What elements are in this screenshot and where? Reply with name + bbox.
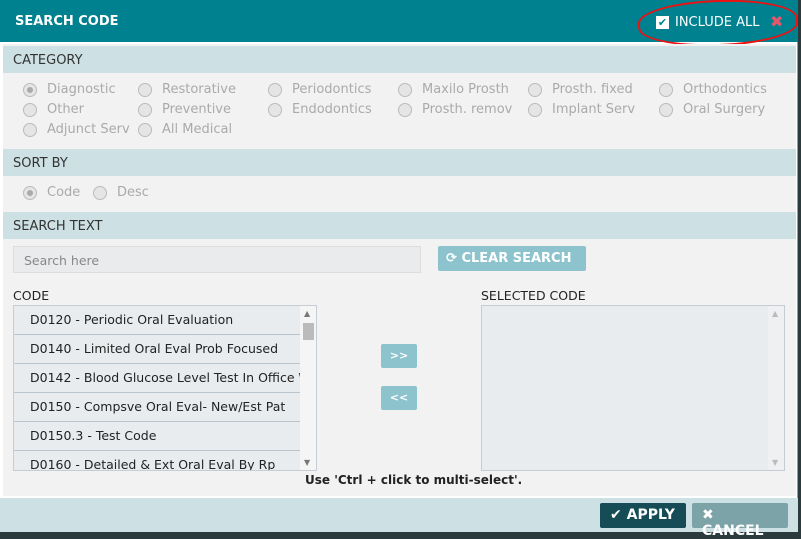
category-header: CATEGORY [3, 46, 796, 73]
multi-select-hint: Use 'Ctrl + click to multi-select'. [305, 473, 523, 487]
radio-circle[interactable] [23, 82, 37, 97]
radio-circle[interactable] [268, 82, 282, 97]
sort-radio-code[interactable]: Code [23, 185, 80, 200]
search-code-modal: SEARCH CODE ✔ INCLUDE ALL ✖ CATEGORY Dia… [0, 0, 799, 539]
radio-label: Adjunct Serv [47, 122, 130, 137]
radio-label: Code [47, 185, 81, 200]
radio-label: All Medical [162, 122, 233, 137]
sort-header: SORT BY [3, 149, 796, 176]
radio-label: Periodontics [292, 82, 372, 97]
scroll-up-icon[interactable]: ▲ [772, 309, 778, 318]
radio-label: Endodontics [292, 102, 372, 117]
search-text-header: SEARCH TEXT [3, 212, 796, 239]
scrollbar[interactable]: ▲ ▼ [300, 306, 316, 470]
scrollbar[interactable]: ▲ ▼ [768, 306, 784, 470]
radio-circle[interactable] [23, 102, 37, 117]
radio-label: Maxilo Prosth [422, 82, 509, 97]
remove-selected-button[interactable]: << [381, 386, 417, 410]
cancel-label: CANCEL [702, 523, 764, 539]
radio-circle[interactable] [659, 82, 673, 97]
category-radio-implant-serv[interactable]: Implant Serv [528, 102, 635, 117]
code-list-item[interactable]: D0140 - Limited Oral Eval Prob Focused [14, 335, 300, 364]
radio-label: Restorative [162, 82, 236, 97]
radio-circle[interactable] [528, 102, 542, 117]
radio-label: Desc [117, 185, 149, 200]
scroll-down-icon[interactable]: ▼ [772, 458, 778, 467]
x-icon: ✖ [702, 507, 714, 523]
radio-label: Prosth. fixed [552, 82, 633, 97]
radio-circle[interactable] [23, 122, 37, 137]
clear-search-label: CLEAR SEARCH [461, 251, 572, 266]
code-list-item[interactable]: D0150.3 - Test Code [14, 422, 300, 451]
radio-label: Other [47, 102, 84, 117]
radio-circle[interactable] [528, 82, 542, 97]
radio-circle[interactable] [398, 102, 412, 117]
search-input[interactable]: Search here [13, 246, 421, 273]
sort-radio-desc[interactable]: Desc [93, 185, 149, 200]
cancel-button[interactable]: ✖ CANCEL [692, 503, 788, 539]
selected-code-listbox[interactable]: ▲ ▼ [481, 305, 785, 471]
add-selected-button[interactable]: >> [381, 344, 417, 368]
radio-circle[interactable] [138, 102, 152, 117]
category-radio-all-medical[interactable]: All Medical [138, 122, 232, 137]
category-radio-restorative[interactable]: Restorative [138, 82, 236, 97]
scroll-up-icon[interactable]: ▲ [304, 309, 310, 318]
apply-label: APPLY [626, 507, 675, 523]
category-radio-oral-surgery[interactable]: Oral Surgery [659, 102, 765, 117]
clear-search-button[interactable]: ⟳ CLEAR SEARCH [438, 246, 586, 271]
code-listbox[interactable]: D0120 - Periodic Oral Evaluation D0140 - … [13, 305, 317, 471]
code-list-item[interactable]: D0160 - Detailed & Ext Oral Eval By Rp [14, 451, 300, 470]
code-list-item[interactable]: D0120 - Periodic Oral Evaluation [14, 306, 300, 335]
radio-label: Prosth. remov [422, 102, 513, 117]
radio-label: Oral Surgery [683, 102, 766, 117]
check-icon: ✔ [610, 507, 622, 523]
apply-button[interactable]: ✔ APPLY [600, 503, 686, 528]
radio-circle[interactable] [268, 102, 282, 117]
modal-title: SEARCH CODE [15, 14, 119, 29]
radio-circle[interactable] [398, 82, 412, 97]
category-radio-diagnostic[interactable]: Diagnostic [23, 82, 116, 97]
category-radio-periodontics[interactable]: Periodontics [268, 82, 371, 97]
radio-circle[interactable] [138, 122, 152, 137]
radio-circle[interactable] [138, 82, 152, 97]
category-radio-preventive[interactable]: Preventive [138, 102, 231, 117]
category-radio-orthodontics[interactable]: Orthodontics [659, 82, 767, 97]
selected-code-label: SELECTED CODE [481, 288, 586, 303]
radio-label: Orthodontics [683, 82, 767, 97]
category-radio-maxilo-prosth[interactable]: Maxilo Prosth [398, 82, 509, 97]
radio-label: Preventive [162, 102, 231, 117]
red-annotation-circle [637, 0, 799, 49]
category-radio-adjunct-serv[interactable]: Adjunct Serv [23, 122, 130, 137]
modal-header: SEARCH CODE ✔ INCLUDE ALL ✖ [0, 0, 799, 49]
code-list-item[interactable]: D0142 - Blood Glucose Level Test In Offi… [14, 364, 300, 393]
code-list-item[interactable]: D0150 - Compsve Oral Eval- New/Est Pat [14, 393, 300, 422]
category-radio-prosth-fixed[interactable]: Prosth. fixed [528, 82, 633, 97]
radio-circle[interactable] [23, 185, 37, 200]
radio-label: Implant Serv [552, 102, 636, 117]
radio-circle[interactable] [659, 102, 673, 117]
code-label: CODE [13, 288, 50, 303]
category-radio-other[interactable]: Other [23, 102, 84, 117]
category-radio-prosth-remov[interactable]: Prosth. remov [398, 102, 512, 117]
radio-circle[interactable] [93, 185, 107, 200]
scroll-down-icon[interactable]: ▼ [304, 458, 310, 467]
radio-label: Diagnostic [47, 82, 116, 97]
refresh-icon: ⟳ [446, 251, 457, 266]
category-radio-endodontics[interactable]: Endodontics [268, 102, 372, 117]
scroll-thumb[interactable] [303, 323, 314, 340]
